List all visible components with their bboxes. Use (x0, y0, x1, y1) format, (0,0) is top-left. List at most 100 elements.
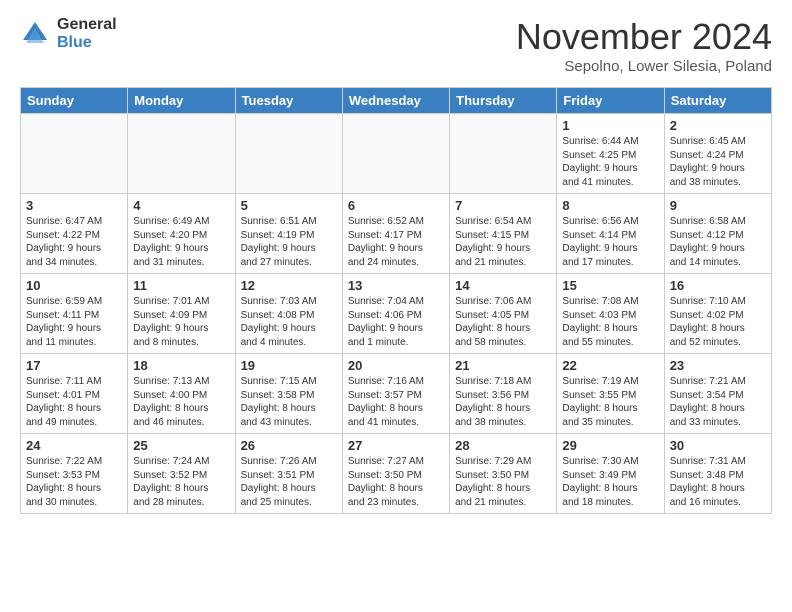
day-cell: 22 Sunrise: 7:19 AM Sunset: 3:55 PM Dayli… (557, 354, 664, 434)
day-number: 5 (241, 198, 337, 213)
day-cell: 30 Sunrise: 7:31 AM Sunset: 3:48 PM Dayli… (664, 434, 771, 514)
day-cell: 21 Sunrise: 7:18 AM Sunset: 3:56 PM Dayli… (450, 354, 557, 434)
day-info: Sunrise: 7:15 AM Sunset: 3:58 PM Dayligh… (241, 375, 337, 429)
day-info: Sunrise: 7:16 AM Sunset: 3:57 PM Dayligh… (348, 375, 444, 429)
day-number: 13 (348, 278, 444, 293)
weekday-header-wednesday: Wednesday (342, 88, 449, 114)
day-number: 27 (348, 438, 444, 453)
day-number: 9 (670, 198, 766, 213)
day-cell: 6 Sunrise: 6:52 AM Sunset: 4:17 PM Daylig… (342, 194, 449, 274)
day-info: Sunrise: 7:01 AM Sunset: 4:09 PM Dayligh… (133, 295, 229, 349)
day-number: 25 (133, 438, 229, 453)
day-number: 30 (670, 438, 766, 453)
day-number: 7 (455, 198, 551, 213)
weekday-header-saturday: Saturday (664, 88, 771, 114)
day-number: 8 (562, 198, 658, 213)
day-info: Sunrise: 6:54 AM Sunset: 4:15 PM Dayligh… (455, 215, 551, 269)
day-info: Sunrise: 6:45 AM Sunset: 4:24 PM Dayligh… (670, 135, 766, 189)
day-number: 21 (455, 358, 551, 373)
day-info: Sunrise: 7:04 AM Sunset: 4:06 PM Dayligh… (348, 295, 444, 349)
day-cell: 18 Sunrise: 7:13 AM Sunset: 4:00 PM Dayli… (128, 354, 235, 434)
day-cell: 16 Sunrise: 7:10 AM Sunset: 4:02 PM Dayli… (664, 274, 771, 354)
week-row-2: 3Sunrise: 6:47 AM Sunset: 4:22 PM Daylig… (21, 194, 772, 274)
logo-text: General Blue (57, 16, 117, 51)
month-title: November 2024 (516, 16, 772, 58)
day-cell: 4Sunrise: 6:49 AM Sunset: 4:20 PM Daylig… (128, 194, 235, 274)
day-cell: 13 Sunrise: 7:04 AM Sunset: 4:06 PM Dayli… (342, 274, 449, 354)
day-number: 10 (26, 278, 122, 293)
day-cell: 3Sunrise: 6:47 AM Sunset: 4:22 PM Daylig… (21, 194, 128, 274)
day-number: 14 (455, 278, 551, 293)
day-info: Sunrise: 7:27 AM Sunset: 3:50 PM Dayligh… (348, 455, 444, 509)
day-cell: 9 Sunrise: 6:58 AM Sunset: 4:12 PM Daylig… (664, 194, 771, 274)
day-number: 11 (133, 278, 229, 293)
day-cell: 5 Sunrise: 6:51 AM Sunset: 4:19 PM Daylig… (235, 194, 342, 274)
calendar-table: SundayMondayTuesdayWednesdayThursdayFrid… (20, 87, 772, 514)
day-info: Sunrise: 7:08 AM Sunset: 4:03 PM Dayligh… (562, 295, 658, 349)
logo-general: General (57, 16, 117, 34)
day-number: 28 (455, 438, 551, 453)
day-info: Sunrise: 6:44 AM Sunset: 4:25 PM Dayligh… (562, 135, 658, 189)
header-area: General Blue November 2024 Sepolno, Lowe… (20, 16, 772, 75)
day-cell: 23 Sunrise: 7:21 AM Sunset: 3:54 PM Dayli… (664, 354, 771, 434)
day-number: 6 (348, 198, 444, 213)
day-info: Sunrise: 7:10 AM Sunset: 4:02 PM Dayligh… (670, 295, 766, 349)
day-cell: 11 Sunrise: 7:01 AM Sunset: 4:09 PM Dayli… (128, 274, 235, 354)
day-number: 15 (562, 278, 658, 293)
day-number: 23 (670, 358, 766, 373)
day-cell (21, 114, 128, 194)
day-number: 18 (133, 358, 229, 373)
day-cell: 14Sunrise: 7:06 AM Sunset: 4:05 PM Dayli… (450, 274, 557, 354)
logo: General Blue (20, 16, 117, 51)
day-cell: 27 Sunrise: 7:27 AM Sunset: 3:50 PM Dayli… (342, 434, 449, 514)
page: General Blue November 2024 Sepolno, Lowe… (0, 0, 792, 612)
day-cell: 19 Sunrise: 7:15 AM Sunset: 3:58 PM Dayli… (235, 354, 342, 434)
day-info: Sunrise: 7:18 AM Sunset: 3:56 PM Dayligh… (455, 375, 551, 429)
day-info: Sunrise: 6:52 AM Sunset: 4:17 PM Dayligh… (348, 215, 444, 269)
day-number: 17 (26, 358, 122, 373)
day-info: Sunrise: 7:24 AM Sunset: 3:52 PM Dayligh… (133, 455, 229, 509)
day-info: Sunrise: 7:31 AM Sunset: 3:48 PM Dayligh… (670, 455, 766, 509)
day-info: Sunrise: 7:11 AM Sunset: 4:01 PM Dayligh… (26, 375, 122, 429)
day-info: Sunrise: 7:13 AM Sunset: 4:00 PM Dayligh… (133, 375, 229, 429)
day-number: 12 (241, 278, 337, 293)
day-cell: 10 Sunrise: 6:59 AM Sunset: 4:11 PM Dayli… (21, 274, 128, 354)
day-cell (128, 114, 235, 194)
day-info: Sunrise: 6:56 AM Sunset: 4:14 PM Dayligh… (562, 215, 658, 269)
day-number: 26 (241, 438, 337, 453)
weekday-header-sunday: Sunday (21, 88, 128, 114)
day-cell: 15 Sunrise: 7:08 AM Sunset: 4:03 PM Dayli… (557, 274, 664, 354)
day-info: Sunrise: 6:58 AM Sunset: 4:12 PM Dayligh… (670, 215, 766, 269)
day-info: Sunrise: 7:22 AM Sunset: 3:53 PM Dayligh… (26, 455, 122, 509)
day-info: Sunrise: 7:21 AM Sunset: 3:54 PM Dayligh… (670, 375, 766, 429)
day-number: 3 (26, 198, 122, 213)
day-number: 1 (562, 118, 658, 133)
day-cell: 8 Sunrise: 6:56 AM Sunset: 4:14 PM Daylig… (557, 194, 664, 274)
day-number: 16 (670, 278, 766, 293)
day-number: 4 (133, 198, 229, 213)
day-cell (450, 114, 557, 194)
day-cell (235, 114, 342, 194)
day-info: Sunrise: 6:51 AM Sunset: 4:19 PM Dayligh… (241, 215, 337, 269)
day-number: 29 (562, 438, 658, 453)
day-number: 22 (562, 358, 658, 373)
day-info: Sunrise: 7:03 AM Sunset: 4:08 PM Dayligh… (241, 295, 337, 349)
day-info: Sunrise: 7:19 AM Sunset: 3:55 PM Dayligh… (562, 375, 658, 429)
day-info: Sunrise: 7:29 AM Sunset: 3:50 PM Dayligh… (455, 455, 551, 509)
weekday-header-thursday: Thursday (450, 88, 557, 114)
day-number: 19 (241, 358, 337, 373)
day-number: 20 (348, 358, 444, 373)
weekday-header-friday: Friday (557, 88, 664, 114)
week-row-4: 17 Sunrise: 7:11 AM Sunset: 4:01 PM Dayli… (21, 354, 772, 434)
logo-blue: Blue (57, 34, 117, 52)
day-cell: 2Sunrise: 6:45 AM Sunset: 4:24 PM Daylig… (664, 114, 771, 194)
week-row-3: 10 Sunrise: 6:59 AM Sunset: 4:11 PM Dayli… (21, 274, 772, 354)
day-info: Sunrise: 7:26 AM Sunset: 3:51 PM Dayligh… (241, 455, 337, 509)
day-cell: 25 Sunrise: 7:24 AM Sunset: 3:52 PM Dayli… (128, 434, 235, 514)
title-area: November 2024 Sepolno, Lower Silesia, Po… (516, 16, 772, 75)
day-cell: 28 Sunrise: 7:29 AM Sunset: 3:50 PM Dayli… (450, 434, 557, 514)
location-subtitle: Sepolno, Lower Silesia, Poland (516, 58, 772, 75)
weekday-header-tuesday: Tuesday (235, 88, 342, 114)
day-cell (342, 114, 449, 194)
day-info: Sunrise: 6:59 AM Sunset: 4:11 PM Dayligh… (26, 295, 122, 349)
